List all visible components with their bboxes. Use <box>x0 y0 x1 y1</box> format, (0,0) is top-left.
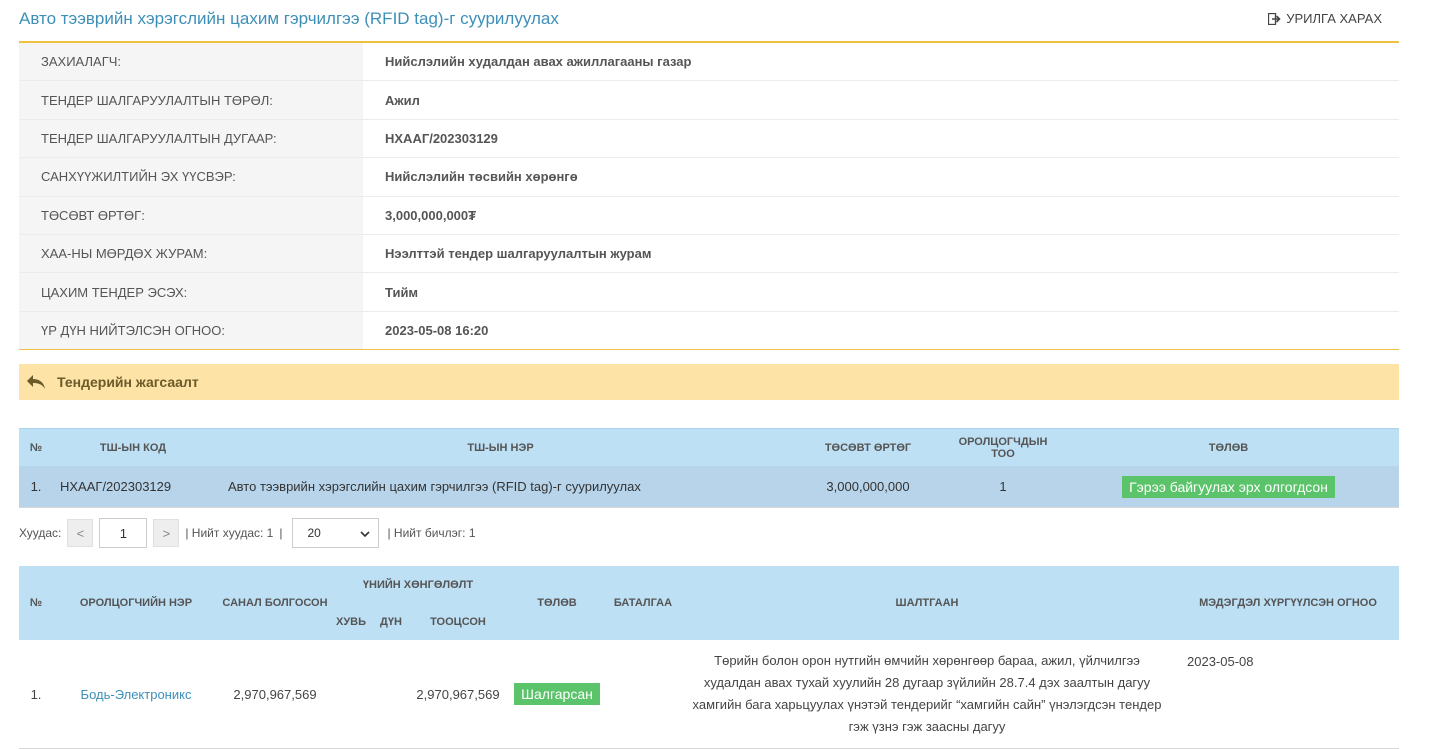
info-label: САНХҮҮЖИЛТИЙН ЭХ ҮҮСВЭР: <box>19 158 363 196</box>
col-header: ТООЦСОН <box>411 603 505 640</box>
sign-out-icon <box>1268 12 1281 25</box>
col-header: ТӨСӨВТ ӨРТӨГ <box>788 428 948 466</box>
total-records: | Нийт бичлэг: 1 <box>387 526 476 540</box>
info-label: ҮР ДҮН НИЙТЭЛСЭН ОГНОО: <box>19 311 363 350</box>
pager-separator: | <box>279 526 283 540</box>
per-page-select[interactable]: 20 <box>292 518 380 548</box>
pagination: Хуудас: < 1 > | Нийт хуудас: 1 | 20 | Ни… <box>19 518 476 548</box>
col-header: ТШ-ЫН НЭР <box>213 428 788 466</box>
next-page-button[interactable]: > <box>153 519 180 547</box>
info-label: ТӨСӨВТ ӨРТӨГ: <box>19 196 363 234</box>
info-label: ЦАХИМ ТЕНДЕР ЭСЭХ: <box>19 273 363 311</box>
cell-rate <box>331 640 371 749</box>
info-value: Ажил <box>385 92 420 108</box>
col-header: ДҮН <box>371 603 411 640</box>
status-badge: Гэрээ байгуулах эрх олгогдсон <box>1122 475 1335 498</box>
cell-budget: 3,000,000,000 <box>788 466 948 508</box>
info-row: ТӨСӨВТ ӨРТӨГ: 3,000,000,000₮ <box>19 196 1399 235</box>
info-label: ЗАХИАЛАГЧ: <box>19 43 363 81</box>
tender-table: № ТШ-ЫН КОД ТШ-ЫН НЭР ТӨСӨВТ ӨРТӨГ ОРОЛЦ… <box>19 428 1399 508</box>
col-header: ТӨЛӨВ <box>1058 428 1399 466</box>
info-label: ТЕНДЕР ШАЛГАРУУЛАЛТЫН ТӨРӨЛ: <box>19 81 363 119</box>
bid-table: № ОРОЛЦОГЧИЙН НЭР САНАЛ БОЛГОСОН ҮНИЙН Х… <box>19 566 1399 749</box>
participant-link[interactable]: Бодь-Электроникс <box>81 687 192 702</box>
cell-amount <box>371 640 411 749</box>
table-row: 1. Бодь-Электроникс 2,970,967,569 2,970,… <box>19 640 1399 749</box>
cell-participants: 1 <box>948 466 1058 508</box>
tender-info-table: ЗАХИАЛАГЧ: Нийслэлийн худалдан авах ажилл… <box>19 41 1399 351</box>
col-header: БАТАЛГАА <box>609 566 677 640</box>
info-value: 3,000,000,000₮ <box>385 207 477 223</box>
col-header: ШАЛТГААН <box>677 566 1177 640</box>
per-page-value: 20 <box>307 526 321 540</box>
info-row: САНХҮҮЖИЛТИЙН ЭХ ҮҮСВЭР: Нийслэлийн төсви… <box>19 158 1399 197</box>
cell-guarantee <box>609 640 677 749</box>
info-row: ҮР ДҮН НИЙТЭЛСЭН ОГНОО: 2023-05-08 16:20 <box>19 311 1399 350</box>
cell-status: Гэрээ байгуулах эрх олгогдсон <box>1058 466 1399 508</box>
info-value: Нийслэлийн төсвийн хөрөнгө <box>385 169 578 185</box>
view-invitation-link[interactable]: УРИЛГА ХАРАХ <box>1268 11 1382 26</box>
col-header: ОРОЛЦОГЧДЫН ТОО <box>948 428 1058 466</box>
cell-name: Авто тээврийн хэрэгслийн цахим гэрчилгээ… <box>213 466 788 508</box>
col-header: № <box>19 566 53 640</box>
info-row: ТЕНДЕР ШАЛГАРУУЛАЛТЫН ДУГААР: НХААГ/20230… <box>19 119 1399 159</box>
tender-list-section-header: Тендерийн жагсаалт <box>19 364 1399 400</box>
cell-no: 1. <box>19 466 53 508</box>
cell-calc: 2,970,967,569 <box>411 640 505 749</box>
col-header: № <box>19 428 53 466</box>
info-value: 2023-05-08 16:20 <box>385 322 489 338</box>
info-row: ТЕНДЕР ШАЛГАРУУЛАЛТЫН ТӨРӨЛ: Ажил <box>19 81 1399 120</box>
cell-name: Бодь-Электроникс <box>53 640 219 749</box>
col-header: ХУВЬ <box>331 603 371 640</box>
cell-status: Шалгарсан <box>505 640 609 749</box>
total-pages: | Нийт хуудас: 1 <box>185 526 274 540</box>
prev-page-button[interactable]: < <box>67 519 94 547</box>
cell-code: НХААГ/202303129 <box>53 466 213 508</box>
col-header: САНАЛ БОЛГОСОН <box>219 566 331 640</box>
info-row: ХАА-НЫ МӨРДӨХ ЖУРАМ: Нээлттэй тендер шалг… <box>19 234 1399 274</box>
col-header: ТӨЛӨВ <box>505 566 609 640</box>
info-row: ЗАХИАЛАГЧ: Нийслэлийн худалдан авах ажилл… <box>19 43 1399 82</box>
page-number-input[interactable]: 1 <box>99 518 148 548</box>
info-value: НХААГ/202303129 <box>385 130 498 146</box>
status-badge: Шалгарсан <box>514 683 600 705</box>
info-label: ТЕНДЕР ШАЛГАРУУЛАЛТЫН ДУГААР: <box>19 119 363 158</box>
view-invitation-label: УРИЛГА ХАРАХ <box>1286 11 1382 26</box>
info-value: Нээлттэй тендер шалгаруулалтын журам <box>385 246 652 262</box>
reply-arrow-icon <box>19 364 53 400</box>
cell-offered: 2,970,967,569 <box>219 640 331 749</box>
info-value: Тийм <box>385 284 419 300</box>
info-label: ХАА-НЫ МӨРДӨХ ЖУРАМ: <box>19 234 363 273</box>
cell-notified: 2023-05-08 <box>1177 640 1399 749</box>
section-title: Тендерийн жагсаалт <box>57 374 199 390</box>
col-header: МЭДЭГДЭЛ ХҮРГҮҮЛСЭН ОГНОО <box>1177 566 1399 640</box>
cell-no: 1. <box>19 640 53 749</box>
cell-reason: Төрийн болон орон нутгийн өмчийн хөрөнгө… <box>677 640 1177 749</box>
info-value: Нийслэлийн худалдан авах ажиллагааны газ… <box>385 54 692 70</box>
col-header: ҮНИЙН ХӨНГӨЛӨЛТ <box>331 566 505 603</box>
pages-label: Хуудас: <box>19 526 62 540</box>
table-row[interactable]: 1. НХААГ/202303129 Авто тээврийн хэрэгсл… <box>19 466 1399 508</box>
chevron-down-icon <box>360 526 371 540</box>
page-title: Авто тээврийн хэрэгслийн цахим гэрчилгээ… <box>19 9 559 28</box>
col-header: ТШ-ЫН КОД <box>53 428 213 466</box>
info-row: ЦАХИМ ТЕНДЕР ЭСЭХ: Тийм <box>19 273 1399 312</box>
col-header: ОРОЛЦОГЧИЙН НЭР <box>53 566 219 640</box>
